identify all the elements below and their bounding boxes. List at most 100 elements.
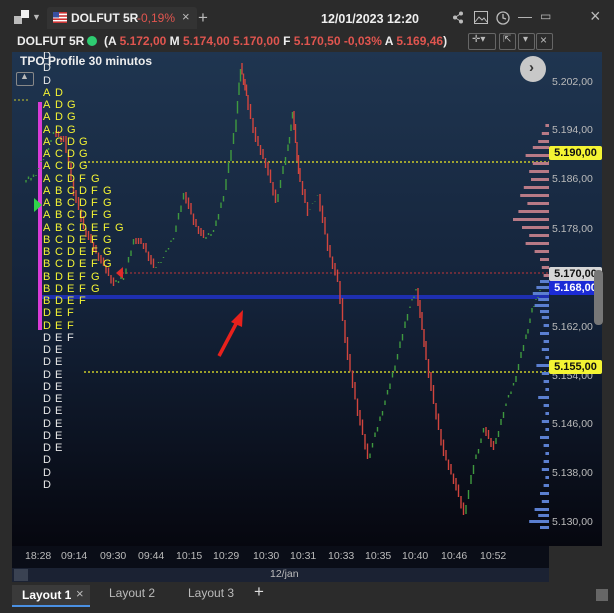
tpo-letter: D bbox=[55, 295, 63, 307]
add-tab-button[interactable]: + bbox=[198, 8, 208, 28]
volume-profile-bar bbox=[541, 348, 549, 351]
volume-profile-bar bbox=[538, 140, 549, 143]
tpo-letter: B bbox=[55, 209, 63, 222]
volume-profile-bar bbox=[540, 310, 549, 313]
chevron-down-icon[interactable]: ▼ bbox=[32, 12, 41, 22]
tpo-letter: C bbox=[67, 221, 75, 234]
tpo-letter: D bbox=[43, 319, 51, 332]
tpo-letter: C bbox=[67, 184, 75, 197]
tpo-letter: G bbox=[67, 123, 76, 136]
clock-icon[interactable] bbox=[496, 11, 510, 25]
resize-handle[interactable] bbox=[596, 589, 608, 601]
minimize-icon[interactable]: — bbox=[518, 8, 532, 24]
link-button[interactable]: ⇱ bbox=[499, 33, 516, 50]
time-tick: 09:44 bbox=[138, 550, 165, 562]
tpo-letter: G bbox=[67, 111, 76, 124]
price-label: 5.194,00 bbox=[552, 124, 593, 136]
volume-profile-bar bbox=[540, 332, 549, 335]
volume-profile-bar bbox=[541, 266, 549, 269]
tpo-letter: F bbox=[79, 270, 86, 283]
layout-tab-3[interactable]: Layout 3 bbox=[188, 586, 234, 606]
price-label: 5.130,00 bbox=[552, 516, 593, 528]
tpo-letter: C bbox=[55, 233, 63, 246]
tab-symbol: DOLFUT 5R bbox=[71, 11, 139, 25]
tpo-letter: E bbox=[67, 282, 75, 295]
tpo-letter: C bbox=[55, 148, 63, 160]
tpo-letter: D bbox=[43, 442, 51, 454]
tpo-letter: C bbox=[55, 135, 63, 148]
tpo-letter: D bbox=[67, 233, 75, 246]
tpo-letter: D bbox=[43, 344, 51, 356]
tpo-letter: D bbox=[67, 160, 75, 173]
volume-profile-bar bbox=[538, 396, 549, 399]
chart-area[interactable]: TPO Profile 30 minutos ▲ › DDDADADGADGAD… bbox=[12, 52, 549, 546]
quote-symbol: DOLFUT 5R bbox=[17, 34, 85, 48]
image-icon[interactable] bbox=[474, 11, 488, 24]
change-pct: -0,03% bbox=[343, 34, 382, 48]
time-axis[interactable] bbox=[12, 546, 549, 568]
time-tick: 10:35 bbox=[365, 550, 392, 562]
volume-profile-bar bbox=[523, 186, 549, 189]
tpo-letter: A bbox=[43, 86, 51, 99]
tpo-letter: G bbox=[79, 148, 88, 160]
time-tick: 18:28 bbox=[25, 550, 52, 562]
tpo-letter: A bbox=[43, 160, 51, 173]
share-icon[interactable] bbox=[452, 11, 464, 24]
close-label: F bbox=[283, 34, 291, 48]
tpo-letter: G bbox=[115, 221, 124, 234]
tpo-letter: B bbox=[43, 258, 51, 271]
chart-canvas[interactable] bbox=[12, 52, 549, 546]
close-icon[interactable]: × bbox=[182, 9, 190, 24]
layout-tab-1[interactable]: Layout 1 × bbox=[12, 585, 90, 607]
volume-profile-bar bbox=[536, 364, 549, 367]
tpo-letter: C bbox=[55, 160, 63, 173]
add-layout-button[interactable]: + bbox=[254, 582, 264, 602]
time-scroll-handle[interactable] bbox=[14, 569, 28, 581]
maximize-icon[interactable]: ▭ bbox=[540, 9, 551, 23]
tpo-letter: C bbox=[67, 197, 75, 209]
settings-button[interactable]: ▾ bbox=[518, 33, 535, 50]
volume-profile-bar bbox=[529, 170, 549, 173]
tpo-letter: D bbox=[43, 454, 51, 467]
tpo-letter: E bbox=[55, 307, 63, 320]
vertical-scrollbar[interactable] bbox=[594, 270, 603, 325]
layout-tab-2[interactable]: Layout 2 bbox=[109, 586, 155, 606]
tpo-letter: G bbox=[103, 233, 112, 246]
scroll-right-button[interactable]: › bbox=[520, 56, 546, 82]
tpo-letter: G bbox=[103, 209, 112, 222]
tpo-letter: A bbox=[43, 111, 51, 124]
date-label: 12/jan bbox=[270, 568, 299, 580]
tpo-letter: C bbox=[55, 246, 63, 258]
price-label: 5.186,00 bbox=[552, 173, 593, 185]
tpo-letter: F bbox=[79, 282, 86, 295]
tpo-letter: E bbox=[55, 417, 63, 430]
close-chart-button[interactable]: × bbox=[536, 33, 553, 50]
tpo-letter: E bbox=[55, 405, 63, 418]
close-icon[interactable]: × bbox=[76, 586, 84, 601]
tpo-letter: E bbox=[55, 442, 63, 454]
close-value: 5.170,50 bbox=[293, 34, 341, 48]
layout-icon[interactable] bbox=[14, 10, 34, 26]
tpo-letter: E bbox=[79, 233, 87, 246]
tag-low: 5.155,00 bbox=[549, 360, 602, 374]
time-tick: 10:52 bbox=[480, 550, 507, 562]
time-tick: 09:30 bbox=[100, 550, 127, 562]
datetime: 12/01/2023 12:20 bbox=[321, 12, 420, 26]
tpo-letter: D bbox=[67, 172, 75, 185]
crosshair-dropdown[interactable]: ✛▾ bbox=[468, 33, 496, 50]
tpo-letter: F bbox=[103, 221, 110, 234]
top-bar: ▼ DOLFUT 5R -0,19% × + 12/01/2023 12:20 … bbox=[0, 0, 614, 34]
tpo-letter: D bbox=[43, 356, 51, 369]
tag-high: 5.190,00 bbox=[549, 146, 602, 160]
collapse-button[interactable]: ▲ bbox=[16, 71, 34, 86]
avg-value: 5.169,46 bbox=[396, 34, 444, 48]
annotation-arrow-head bbox=[231, 310, 243, 327]
tab-dolfut[interactable]: DOLFUT 5R -0,19% × bbox=[47, 7, 197, 29]
chevron-right-icon: › bbox=[529, 59, 534, 76]
volume-profile-bar bbox=[522, 226, 549, 229]
tpo-letter: G bbox=[103, 246, 112, 258]
tpo-letter: D bbox=[43, 74, 51, 87]
close-window-icon[interactable]: × bbox=[590, 6, 601, 27]
volume-profile-bar bbox=[525, 154, 549, 157]
poc-band bbox=[38, 295, 549, 299]
